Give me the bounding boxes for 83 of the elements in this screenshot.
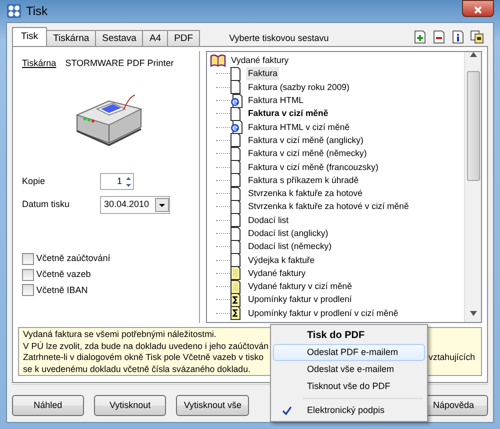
dialog-button[interactable]: Vytisknout bbox=[94, 395, 166, 416]
document-icon bbox=[230, 66, 243, 81]
spin-arrows-icon bbox=[125, 174, 132, 188]
document-icon bbox=[230, 213, 243, 228]
menu-item[interactable]: Tisk do PDF bbox=[273, 327, 425, 344]
tree-item[interactable]: Faktura v cizí měně (německy) bbox=[246, 147, 369, 160]
dialog-button[interactable]: Náhled bbox=[12, 395, 84, 416]
tree-item[interactable]: Dodací list (německy) bbox=[246, 240, 334, 254]
description-text: Vydaná faktura se všemi potřebnými náležitostmi. bbox=[23, 329, 216, 340]
check-icon bbox=[282, 406, 292, 416]
checkbox-label: Včetně IBAN bbox=[36, 284, 88, 296]
report-icon bbox=[230, 280, 243, 294]
tree-item[interactable]: Stvrzenka k faktuře za hotové bbox=[246, 187, 364, 200]
menu-item[interactable]: Tisknout vše do PDF bbox=[273, 378, 425, 395]
description-text: Zatrhnete-li v dialogovém okně Tisk pole Včetně vazeb v tisko bbox=[23, 352, 264, 364]
tree-item[interactable]: Stvrzenka k faktuře za hotové v cizí měně bbox=[246, 200, 411, 214]
close-icon bbox=[474, 6, 482, 14]
web-document-icon bbox=[230, 120, 243, 134]
tree-item[interactable]: Faktura bbox=[246, 67, 280, 80]
info-icon[interactable] bbox=[451, 30, 465, 44]
print-date-combo[interactable]: 30.04.2010 bbox=[100, 196, 170, 214]
document-icon bbox=[230, 146, 243, 161]
checkbox[interactable] bbox=[22, 284, 34, 296]
tree-item[interactable]: Výdejka k faktuře bbox=[246, 254, 317, 267]
section-caption: Vyberte tiskovou sestavu bbox=[229, 32, 329, 46]
document-icon bbox=[230, 133, 243, 148]
tree-item[interactable]: Faktura v cizí měně (francouzsky) bbox=[246, 160, 380, 174]
checkbox[interactable] bbox=[22, 252, 34, 265]
document-icon bbox=[230, 173, 243, 188]
close-button[interactable] bbox=[462, 0, 494, 17]
tree-item[interactable]: Faktura s příkazem k úhradě bbox=[246, 174, 361, 187]
tree-item[interactable]: Vydané faktury bbox=[246, 266, 308, 280]
checkbox-label: Včetně zaúčtování bbox=[36, 252, 110, 265]
tree-item[interactable]: Upomínky faktur v prodlení v cizí měně bbox=[246, 306, 400, 320]
checkbox-label: Včetně vazeb bbox=[36, 268, 91, 281]
tree-item[interactable]: Faktura v cizí měně bbox=[246, 107, 330, 120]
tab[interactable]: Sestava bbox=[95, 30, 144, 46]
printer-link[interactable]: Tiskárna bbox=[22, 57, 56, 70]
tree-item[interactable]: Dodací list (anglicky) bbox=[246, 226, 330, 240]
tab[interactable]: PDF bbox=[167, 30, 200, 46]
document-icon bbox=[230, 160, 243, 174]
tree-item[interactable]: Faktura HTML bbox=[246, 94, 306, 108]
tab[interactable]: A4 bbox=[142, 30, 168, 46]
document-icon bbox=[230, 240, 243, 254]
description-text: se k uvedenému dokladu včetně čísla svázaného dokladu. bbox=[23, 364, 250, 375]
book-icon bbox=[210, 54, 226, 68]
document-icon bbox=[230, 80, 243, 94]
menu-item[interactable]: Odeslat PDF e-mailem bbox=[273, 344, 425, 361]
tree-item[interactable]: Faktura (sazby roku 2009) bbox=[246, 80, 352, 94]
tree-group-label[interactable]: Vydané faktury bbox=[229, 54, 291, 68]
description-text: vztahujících bbox=[428, 352, 475, 364]
tree-item[interactable]: Faktura v cizí měně (anglicky) bbox=[246, 134, 366, 147]
copies-label: Kopie bbox=[22, 174, 46, 188]
tree-item[interactable]: Upomínky faktur v prodlení bbox=[246, 293, 354, 307]
print-date-label: Datum tisku bbox=[22, 198, 71, 211]
document-icon bbox=[230, 200, 243, 214]
document-icon bbox=[230, 253, 243, 268]
scroll-down-icon bbox=[470, 311, 476, 316]
tab[interactable]: Tisk bbox=[12, 27, 48, 46]
printer-name: STORMWARE PDF Printer bbox=[65, 57, 174, 70]
window-title: Tisk bbox=[26, 3, 48, 20]
checkbox[interactable] bbox=[22, 268, 34, 280]
description-text: V PÚ lze zvolit, zda bude na dokladu uvedeno i jeho zaúčtován bbox=[23, 340, 268, 352]
sum-report-icon bbox=[230, 306, 243, 320]
tree-item[interactable]: Dodací list bbox=[246, 214, 291, 227]
copy-pages-icon[interactable] bbox=[470, 30, 484, 44]
scrollbar[interactable] bbox=[464, 52, 481, 322]
app-icon bbox=[6, 3, 22, 19]
tab[interactable]: Tiskárna bbox=[46, 30, 96, 46]
sum-report-icon bbox=[230, 293, 243, 307]
tree-item[interactable]: Vydané faktury v cizí měně bbox=[246, 280, 354, 294]
report-icon bbox=[230, 266, 243, 280]
dialog-button[interactable]: Vytisknout vše bbox=[176, 395, 250, 416]
add-page-icon[interactable] bbox=[413, 30, 427, 44]
tree-item[interactable]: Faktura HTML v cizí měně bbox=[246, 120, 352, 134]
document-icon bbox=[230, 106, 243, 121]
menu-item[interactable]: Odeslat vše e-mailem bbox=[273, 361, 425, 378]
scroll-up-icon bbox=[470, 52, 476, 57]
web-document-icon bbox=[230, 94, 243, 108]
document-icon bbox=[230, 226, 243, 241]
copies-spinner[interactable]: 1 bbox=[100, 173, 134, 190]
document-icon bbox=[230, 186, 243, 201]
remove-page-icon[interactable] bbox=[432, 30, 446, 44]
